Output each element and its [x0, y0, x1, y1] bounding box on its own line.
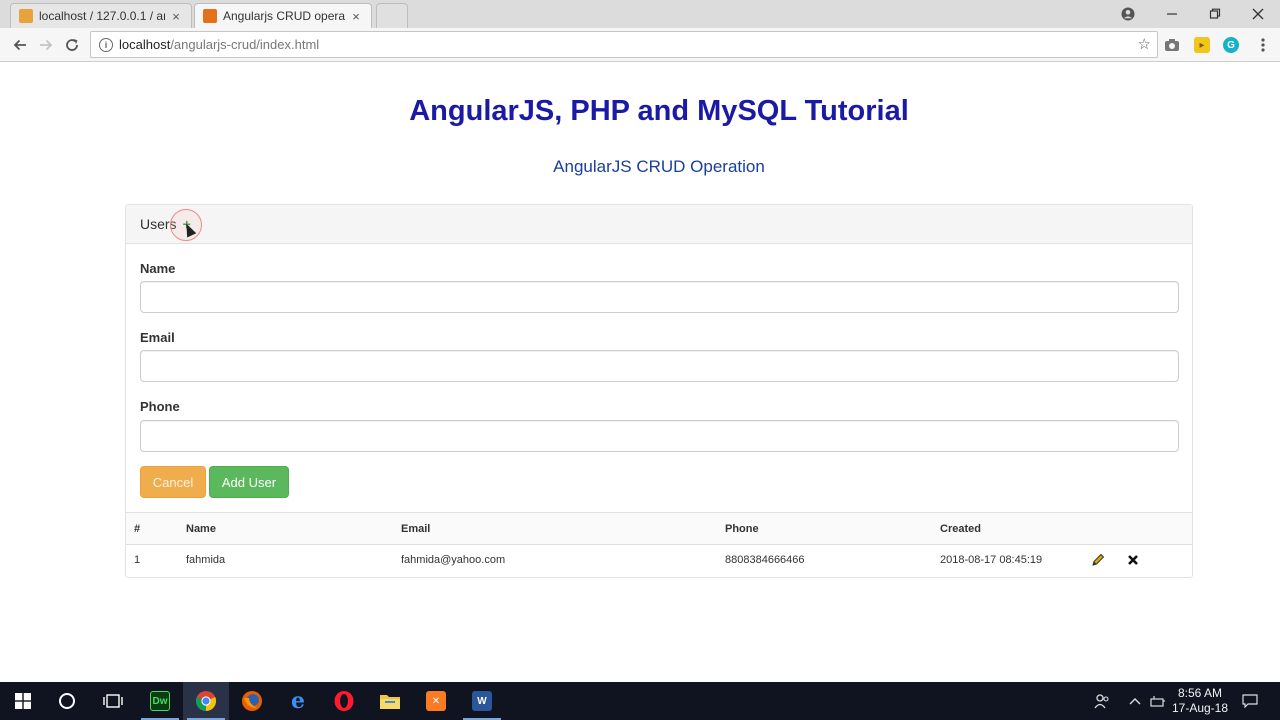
grammarly-icon[interactable]: G: [1223, 37, 1239, 53]
new-tab-button[interactable]: [376, 3, 408, 28]
header-phone: Phone: [717, 512, 932, 545]
email-input[interactable]: [140, 350, 1179, 382]
firefox-icon[interactable]: [229, 682, 275, 720]
camera-icon[interactable]: [1164, 37, 1180, 53]
phone-label: Phone: [140, 399, 180, 414]
browser-tab-bar: localhost / 127.0.0.1 / ang × Angularjs …: [0, 0, 1280, 28]
header-created: Created: [932, 512, 1082, 545]
restore-icon[interactable]: [1193, 0, 1237, 28]
windows-taskbar: Dw e ✕ W 8:56 AM 17-Aug-18: [0, 682, 1280, 720]
task-view-icon[interactable]: [90, 682, 136, 720]
header-name: Name: [178, 512, 393, 545]
page-subtitle: AngularJS CRUD Operation: [553, 157, 765, 176]
close-icon[interactable]: ×: [349, 9, 363, 24]
name-input[interactable]: [140, 281, 1179, 313]
opera-icon[interactable]: [321, 682, 367, 720]
network-icon[interactable]: [1146, 682, 1170, 720]
windows-start-icon[interactable]: [0, 682, 46, 720]
users-panel: Users + Name Email Phone Cancel Add User…: [125, 204, 1193, 578]
page-content: AngularJS, PHP and MySQL Tutorial Angula…: [0, 63, 1280, 682]
header-actions: [1082, 512, 1192, 545]
browser-toolbar: i localhost/angularjs-crud/index.html ☆ …: [0, 28, 1280, 62]
forward-arrow-icon[interactable]: [33, 32, 59, 58]
minimize-icon[interactable]: [1150, 0, 1194, 28]
add-user-button[interactable]: Add User: [209, 466, 289, 498]
header-id: #: [126, 512, 178, 545]
header-email: Email: [393, 512, 717, 545]
clock-date: 17-Aug-18: [1171, 701, 1229, 715]
clock-time: 8:56 AM: [1177, 686, 1223, 700]
xampp-icon: [203, 9, 217, 23]
cortana-search-icon[interactable]: [44, 682, 90, 720]
close-window-icon[interactable]: [1236, 0, 1280, 28]
info-icon[interactable]: i: [99, 37, 113, 52]
cell-created: 2018-08-17 08:45:19: [940, 554, 1043, 567]
extension-icon[interactable]: ▸: [1194, 37, 1210, 53]
word-icon[interactable]: W: [459, 682, 505, 720]
menu-dots-icon[interactable]: [1250, 32, 1276, 58]
back-arrow-icon[interactable]: [7, 32, 33, 58]
cell-id: 1: [134, 554, 141, 567]
bookmark-star-icon[interactable]: ☆: [1138, 35, 1151, 53]
cell-phone: 8808384666466: [725, 554, 805, 567]
cell-name: fahmida: [186, 554, 226, 567]
tab-phpmyadmin[interactable]: localhost / 127.0.0.1 / ang ×: [10, 3, 192, 28]
address-bar[interactable]: i localhost/angularjs-crud/index.html ☆: [90, 31, 1158, 58]
file-explorer-icon[interactable]: [367, 682, 413, 720]
cell-actions: [1082, 545, 1192, 576]
table-row: 1 fahmida fahmida@yahoo.com 880838466646…: [126, 545, 1192, 576]
reload-icon[interactable]: [59, 32, 85, 58]
people-icon[interactable]: [1090, 682, 1114, 720]
dreamweaver-icon[interactable]: Dw: [137, 682, 183, 720]
phpmyadmin-icon: [19, 9, 33, 23]
chevron-up-icon[interactable]: [1124, 682, 1146, 720]
edit-pencil-icon[interactable]: [1090, 551, 1106, 568]
phone-input[interactable]: [140, 420, 1179, 452]
cell-email: fahmida@yahoo.com: [401, 554, 506, 567]
delete-x-icon[interactable]: [1127, 551, 1139, 569]
url-host: localhost: [119, 37, 171, 52]
edge-icon[interactable]: e: [275, 682, 321, 720]
panel-heading: Users +: [126, 205, 1192, 244]
tab-title: localhost / 127.0.0.1 / ang: [39, 9, 165, 23]
tab-angularjs-crud[interactable]: Angularjs CRUD operatio ×: [194, 3, 372, 28]
taskbar-clock[interactable]: 8:56 AM 17-Aug-18: [1170, 686, 1230, 716]
chrome-icon[interactable]: [183, 682, 229, 720]
table-header-row: # Name Email Phone Created: [126, 512, 1192, 545]
name-label: Name: [140, 261, 176, 276]
url-path: /angularjs-crud/index.html: [170, 37, 320, 52]
users-table: # Name Email Phone Created 1 fahmida fah…: [126, 512, 1192, 576]
close-icon[interactable]: ×: [169, 9, 183, 24]
email-label: Email: [140, 330, 175, 345]
page-title: AngularJS, PHP and MySQL Tutorial: [409, 95, 909, 127]
profile-icon[interactable]: [1106, 0, 1150, 28]
xampp-icon[interactable]: ✕: [413, 682, 459, 720]
cancel-button[interactable]: Cancel: [140, 466, 206, 498]
tab-title: Angularjs CRUD operatio: [223, 9, 345, 23]
notifications-icon[interactable]: [1236, 682, 1264, 720]
